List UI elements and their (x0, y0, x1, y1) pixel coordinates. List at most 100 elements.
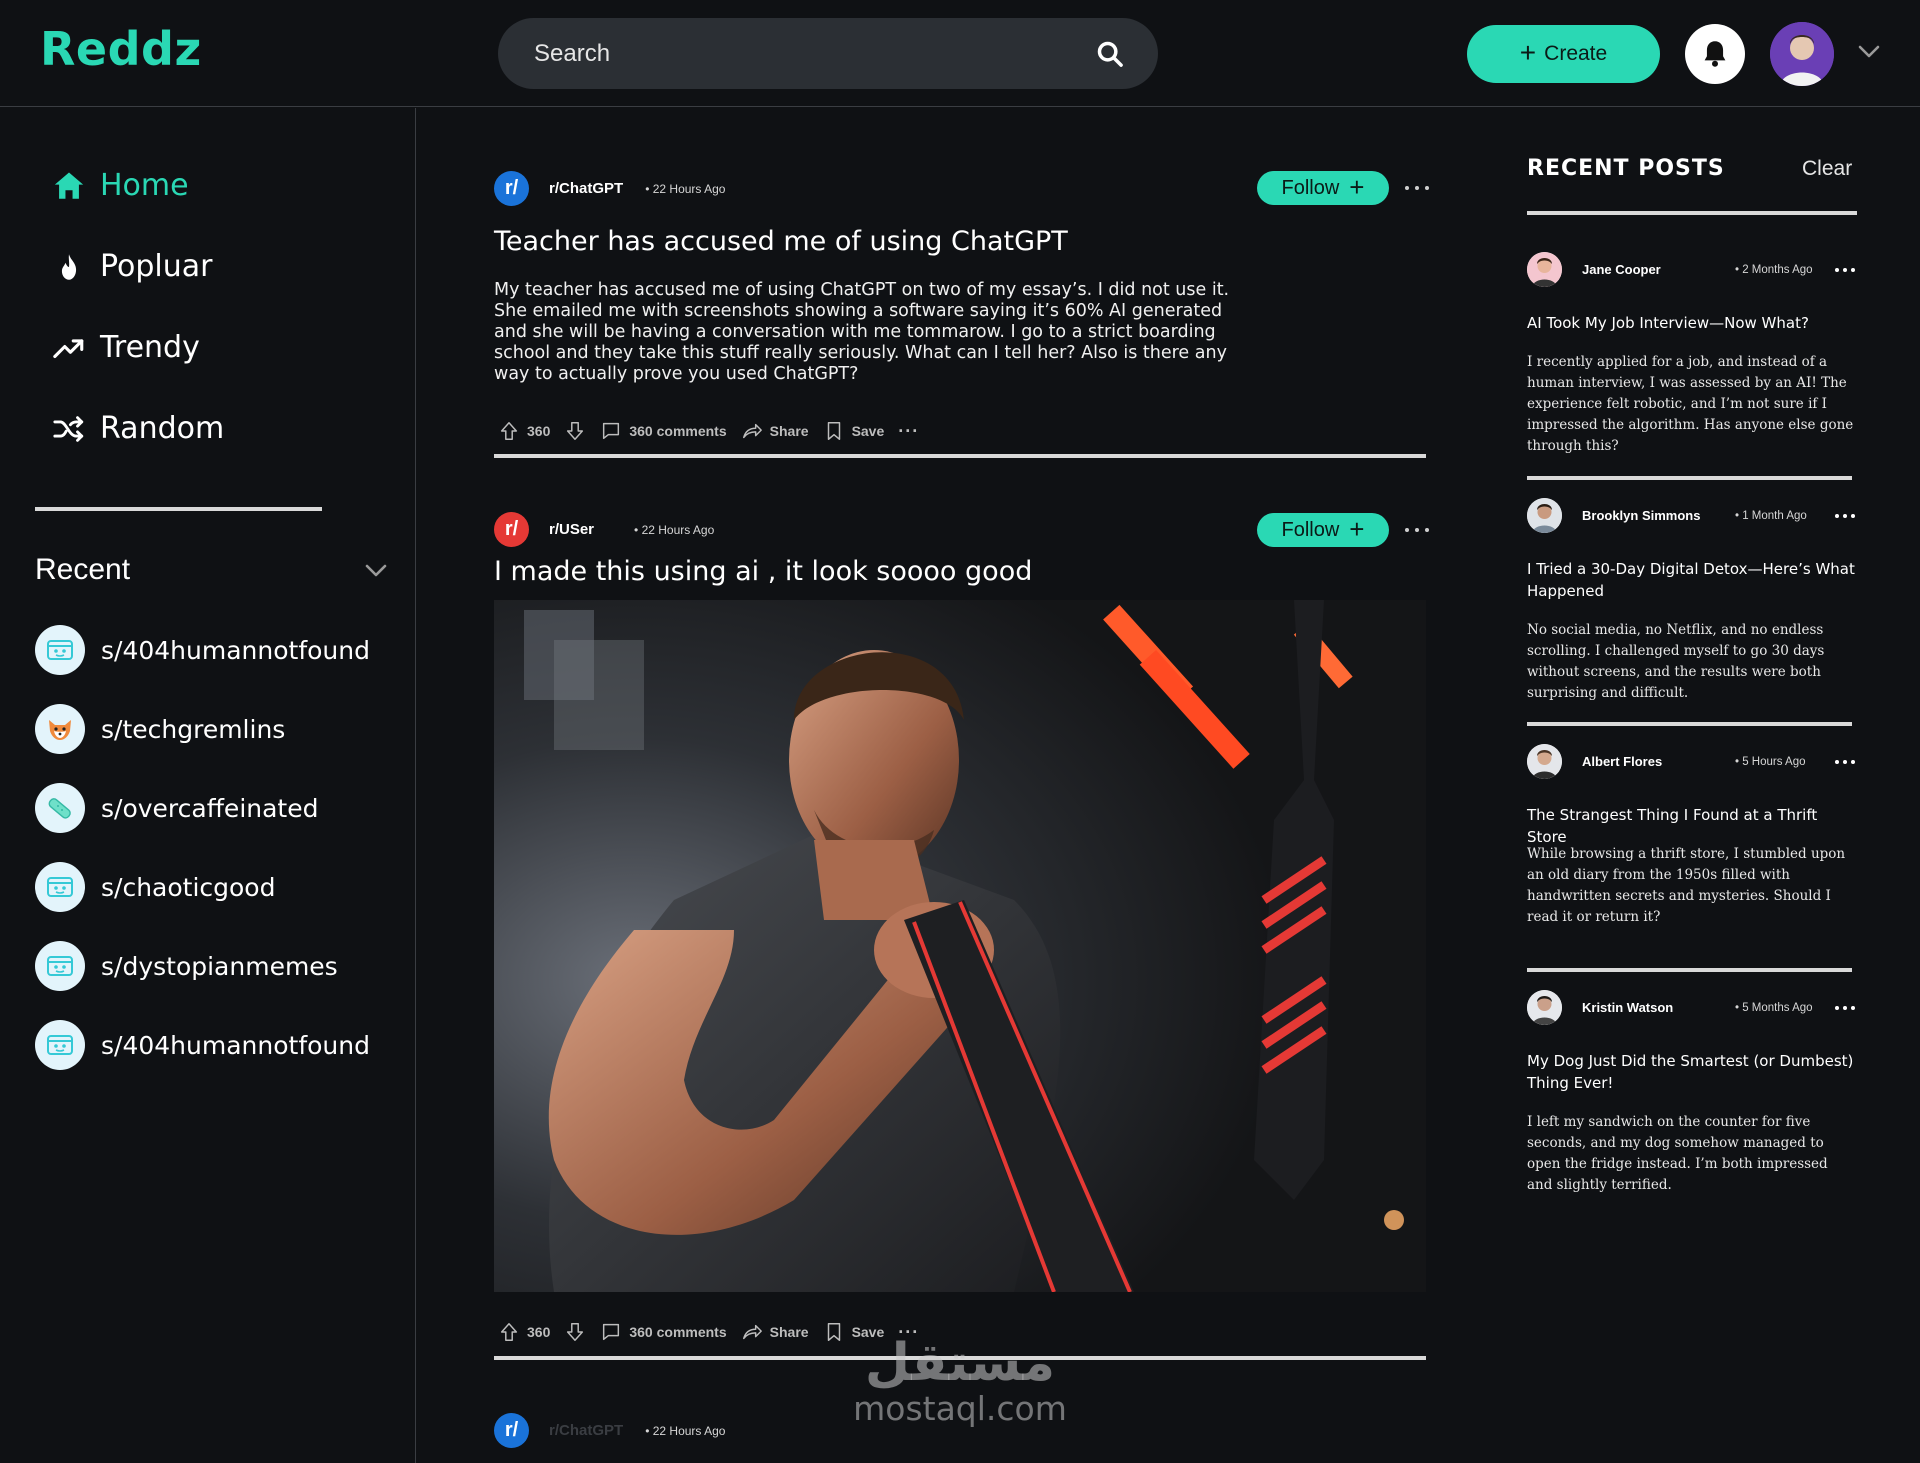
community-item[interactable]: s/404humannotfound (35, 1020, 370, 1070)
create-button[interactable]: + Create (1467, 25, 1660, 83)
community-name: s/overcaffeinated (101, 793, 319, 823)
post-title[interactable]: I made this using ai , it look soooo goo… (494, 556, 1032, 587)
downvote-button[interactable] (564, 1321, 586, 1343)
trending-up-icon (53, 338, 84, 358)
recent-post-title[interactable]: I Tried a 30-Day Digital Detox—Here’s Wh… (1527, 558, 1857, 602)
chevron-down-icon[interactable] (1857, 44, 1881, 60)
share-button[interactable]: Share (741, 420, 809, 442)
upvote-button[interactable]: 360 (498, 1321, 550, 1343)
bandage-icon (35, 783, 85, 833)
author-avatar[interactable] (1527, 498, 1562, 533)
post-divider (494, 454, 1426, 458)
community-name: s/dystopianmemes (101, 951, 338, 981)
follow-button[interactable]: Follow + (1257, 513, 1389, 547)
subreddit-name[interactable]: r/ChatGPT (549, 180, 623, 197)
post-header: r/ r/ChatGPT • 22 Hours Ago (494, 171, 725, 206)
bookmark-icon (827, 1323, 840, 1341)
sidebar-divider (35, 507, 322, 511)
search-input[interactable] (534, 18, 1074, 89)
subreddit-logo-icon[interactable]: r/ (494, 171, 529, 206)
recent-post-body: While browsing a thrift store, I stumble… (1527, 846, 1846, 925)
author-avatar[interactable] (1527, 744, 1562, 779)
save-button[interactable]: Save (823, 420, 884, 442)
nav-item-trendy[interactable]: Trendy (52, 330, 200, 365)
notifications-button[interactable] (1685, 24, 1745, 84)
watermark-arabic: مستقل (864, 1333, 1056, 1393)
vote-count: 360 (527, 1324, 551, 1340)
recent-post-title[interactable]: The Strangest Thing I Found at a Thrift … (1527, 804, 1857, 848)
comment-icon (603, 422, 620, 440)
post-image[interactable] (494, 600, 1426, 1292)
community-item[interactable]: s/techgremlins (35, 704, 285, 754)
author-avatar[interactable] (1527, 252, 1562, 287)
recent-post-title[interactable]: AI Took My Job Interview—Now What? (1527, 312, 1857, 334)
recent-posts-divider (1527, 722, 1852, 726)
share-button[interactable]: Share (741, 1321, 809, 1343)
subreddit-logo-icon[interactable]: r/ (494, 1413, 529, 1448)
recent-post-time: • 5 Hours Ago (1735, 755, 1806, 768)
comments-button[interactable]: 360 comments (600, 1321, 727, 1343)
nav-item-popular[interactable]: Popluar (52, 249, 213, 284)
robot-icon (35, 1020, 85, 1070)
top-header: Reddz + Create (0, 0, 1920, 107)
search-bar[interactable] (498, 18, 1158, 89)
more-options-icon[interactable] (1405, 183, 1429, 193)
more-options-icon[interactable] (1405, 525, 1429, 535)
comment-icon (603, 1323, 620, 1341)
downvote-button[interactable] (564, 420, 586, 442)
post-image-picture (494, 600, 1426, 1292)
share-icon (742, 423, 762, 439)
recent-post-title[interactable]: My Dog Just Did the Smartest (or Dumbest… (1527, 1050, 1857, 1094)
community-name: s/404humannotfound (101, 635, 370, 665)
more-options-icon[interactable] (1835, 1005, 1855, 1011)
community-item[interactable]: s/overcaffeinated (35, 783, 318, 833)
chevron-down-icon[interactable] (364, 563, 388, 579)
robot-icon (35, 862, 85, 912)
subreddit-name[interactable]: r/ChatGPT (549, 1422, 623, 1439)
post-title[interactable]: Teacher has accused me of using ChatGPT (494, 226, 1068, 257)
nav-item-label: Popluar (100, 249, 213, 284)
more-options-icon[interactable] (1835, 267, 1855, 273)
more-options-icon[interactable]: ··· (898, 421, 919, 442)
comments-button[interactable]: 360 comments (600, 420, 727, 442)
community-item[interactable]: s/dystopianmemes (35, 941, 338, 991)
more-options-icon[interactable] (1835, 759, 1855, 765)
author-name[interactable]: Jane Cooper (1582, 262, 1661, 277)
upvote-button[interactable]: 360 (498, 420, 550, 442)
nav-item-home[interactable]: Home (52, 168, 189, 203)
app-logo[interactable]: Reddz (40, 22, 202, 76)
comments-count: 360 comments (629, 423, 727, 439)
community-item[interactable]: s/chaoticgood (35, 862, 275, 912)
recent-post-time: • 2 Months Ago (1735, 263, 1813, 276)
robot-icon (35, 625, 85, 675)
clear-button[interactable]: Clear (1802, 157, 1852, 181)
author-name[interactable]: Albert Flores (1582, 754, 1662, 769)
recent-posts-title: RECENT POSTS (1527, 156, 1725, 181)
follow-button-label: Follow (1281, 518, 1340, 541)
author-name[interactable]: Brooklyn Simmons (1582, 508, 1700, 523)
share-label: Share (769, 1324, 809, 1340)
plus-icon: + (1349, 171, 1365, 202)
downvote-icon (567, 422, 584, 440)
robot-icon (35, 941, 85, 991)
shuffle-icon (53, 415, 84, 442)
recent-posts-divider (1527, 211, 1857, 215)
community-name: s/techgremlins (101, 714, 286, 744)
recent-post-header: Kristin Watson • 5 Months Ago (1527, 990, 1907, 1025)
author-name[interactable]: Kristin Watson (1582, 1000, 1673, 1015)
subreddit-logo-icon[interactable]: r/ (494, 512, 529, 547)
comments-count: 360 comments (629, 1324, 727, 1340)
follow-button[interactable]: Follow + (1257, 171, 1389, 205)
more-options-icon[interactable] (1835, 513, 1855, 519)
author-avatar[interactable] (1527, 990, 1562, 1025)
search-icon[interactable] (1096, 40, 1124, 68)
community-item[interactable]: s/404humannotfound (35, 625, 370, 675)
user-avatar[interactable] (1770, 22, 1834, 86)
upvote-icon (500, 1323, 518, 1341)
upvote-icon (500, 422, 518, 440)
subreddit-name[interactable]: r/USer (549, 521, 594, 538)
create-button-label: Create (1544, 42, 1608, 65)
recent-post-body: I recently applied for a job, and instea… (1527, 354, 1854, 454)
nav-item-random[interactable]: Random (52, 411, 224, 446)
recent-post-header: Brooklyn Simmons • 1 Month Ago (1527, 498, 1907, 533)
